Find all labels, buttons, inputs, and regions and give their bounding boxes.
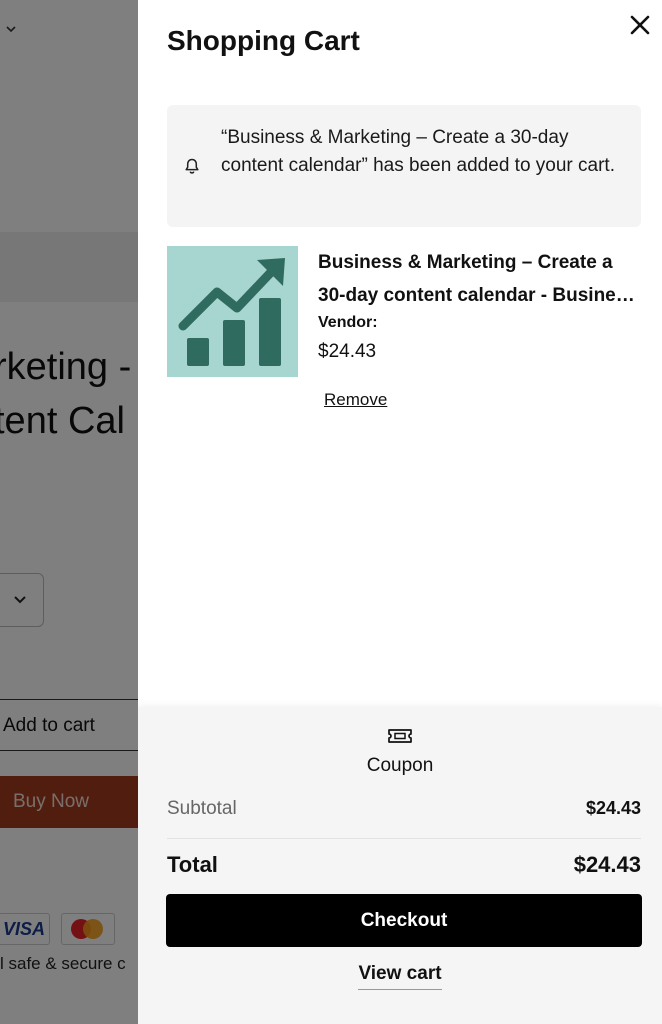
checkout-button[interactable]: Checkout [166,894,642,947]
remove-item-link[interactable]: Remove [324,390,387,410]
bell-icon [185,158,199,174]
total-value: $24.43 [573,852,641,877]
coupon-label: Coupon [366,755,434,776]
cart-item-vendor: Vendor: [318,314,378,331]
added-to-cart-notice: “Business & Marketing – Create a 30-day … [167,105,641,227]
ticket-icon [388,729,412,743]
cart-drawer: Shopping Cart “Business & Marketing – Cr… [138,0,662,1024]
coupon-button[interactable]: Coupon [138,725,662,777]
view-cart-link[interactable]: View cart [358,963,442,990]
cart-item-title[interactable]: Business & Marketing – Create a 30-day c… [318,246,638,312]
total-label: Total [167,852,218,877]
divider [167,838,641,839]
subtotal-value: $24.43 [585,798,641,818]
close-icon[interactable] [627,12,653,38]
cart-item-price: $24.43 [318,341,377,362]
view-cart-container: View cart [138,963,662,990]
cart-footer: Coupon Subtotal $24.43 Total $24.43 Chec… [138,707,662,1024]
subtotal-label: Subtotal [167,798,237,819]
growth-chart-icon [178,258,285,366]
product-thumbnail[interactable] [167,246,298,377]
notice-text: “Business & Marketing – Create a 30-day … [221,127,615,176]
drawer-title: Shopping Cart [167,25,360,56]
